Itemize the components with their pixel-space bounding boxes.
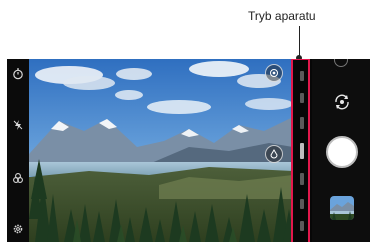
camera-viewfinder[interactable] bbox=[29, 59, 293, 242]
lens-switch-icon[interactable] bbox=[265, 64, 283, 82]
mode-strip-highlight bbox=[291, 59, 310, 242]
settings-icon[interactable] bbox=[11, 222, 25, 236]
callout-label: Tryb aparatu bbox=[248, 9, 316, 23]
focus-icon[interactable] bbox=[265, 145, 283, 163]
left-toolbar bbox=[7, 59, 29, 242]
callout-line bbox=[299, 26, 300, 58]
landscape-preview bbox=[29, 59, 293, 242]
flash-off-icon[interactable] bbox=[11, 118, 25, 132]
cine-mode-icon[interactable] bbox=[11, 171, 25, 185]
camera-flip-icon[interactable] bbox=[331, 91, 353, 113]
top-control-icon[interactable] bbox=[334, 59, 348, 67]
timer-icon[interactable] bbox=[11, 67, 25, 81]
right-toolbar bbox=[312, 59, 370, 242]
gallery-thumbnail[interactable] bbox=[330, 196, 354, 220]
camera-screen bbox=[7, 59, 370, 242]
shutter-button[interactable] bbox=[326, 136, 358, 168]
